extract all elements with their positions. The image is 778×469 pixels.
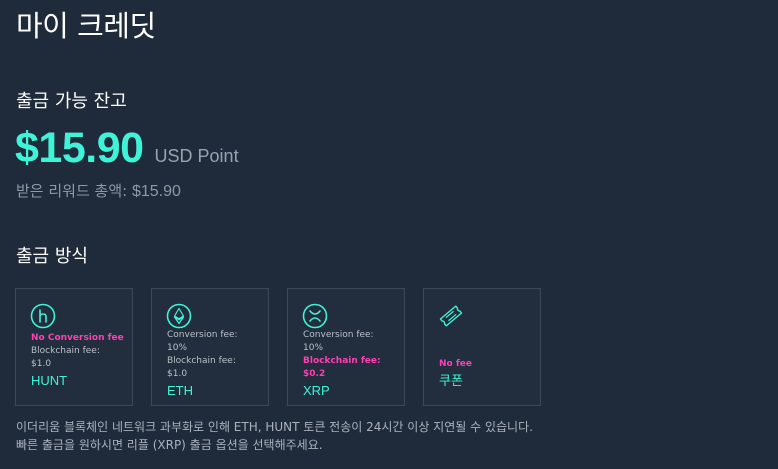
fee-line: Blockchain fee: [303, 356, 381, 366]
fee-line: Conversion fee: [167, 330, 238, 340]
fee-line: Blockchain fee: [167, 356, 236, 366]
total-rewards: 받은 리워드 총액: $15.90 [16, 181, 181, 202]
fee-line: $1.0 [31, 359, 52, 369]
fee-line: No fee [439, 359, 472, 369]
withdraw-method-eth[interactable]: Conversion fee: 10% Blockchain fee: $1.0… [151, 288, 269, 406]
xrp-icon [302, 303, 328, 329]
hunt-fee-info: No Conversion fee Blockchain fee: $1.0 [31, 332, 127, 371]
balance-section-title: 출금 가능 잔고 [16, 91, 127, 112]
balance-amount: $15.90 [15, 124, 144, 172]
fee-line: $1.0 [167, 369, 188, 379]
page-title: 마이 크레딧 [16, 9, 156, 43]
withdraw-section-title: 출금 방식 [16, 246, 88, 267]
coupon-fee-info: No fee [439, 358, 535, 371]
eth-fee-info: Conversion fee: 10% Blockchain fee: $1.0 [167, 329, 263, 381]
withdraw-notice: 이더리움 블록체인 네트워크 과부화로 인해 ETH, HUNT 토큰 전송이 … [16, 418, 533, 454]
withdraw-method-coupon[interactable]: No fee 쿠폰 [423, 288, 541, 406]
fee-line: No Conversion fee [31, 333, 124, 343]
withdraw-method-xrp[interactable]: Conversion fee: 10% Blockchain fee: $0.2… [287, 288, 405, 406]
fee-line: 10% [303, 343, 324, 353]
fee-line: $0.2 [303, 369, 326, 379]
xrp-fee-info: Conversion fee: 10% Blockchain fee: $0.2 [303, 329, 399, 381]
hunt-icon [30, 303, 56, 329]
balance-row: $15.90 USD Point [15, 124, 239, 172]
coupon-icon [438, 303, 464, 329]
total-rewards-label: 받은 리워드 총액: [16, 182, 128, 200]
xrp-label: XRP [303, 383, 330, 398]
balance-unit: USD Point [154, 146, 239, 166]
fee-line: 10% [167, 343, 188, 353]
total-rewards-value: $15.90 [131, 183, 181, 200]
withdraw-method-hunt[interactable]: No Conversion fee Blockchain fee: $1.0 H… [15, 288, 133, 406]
coupon-label: 쿠폰 [439, 373, 463, 388]
fee-line: Blockchain fee: [31, 346, 100, 356]
hunt-label: HUNT [31, 373, 68, 388]
eth-label: ETH [167, 383, 193, 398]
notice-line: 빠른 출금을 원하시면 리플 (XRP) 출금 옵션을 선택해주세요. [16, 438, 323, 452]
withdraw-methods: No Conversion fee Blockchain fee: $1.0 H… [15, 288, 559, 406]
ethereum-icon [166, 303, 192, 329]
fee-line: Conversion fee: [303, 330, 374, 340]
notice-line: 이더리움 블록체인 네트워크 과부화로 인해 ETH, HUNT 토큰 전송이 … [16, 420, 533, 434]
